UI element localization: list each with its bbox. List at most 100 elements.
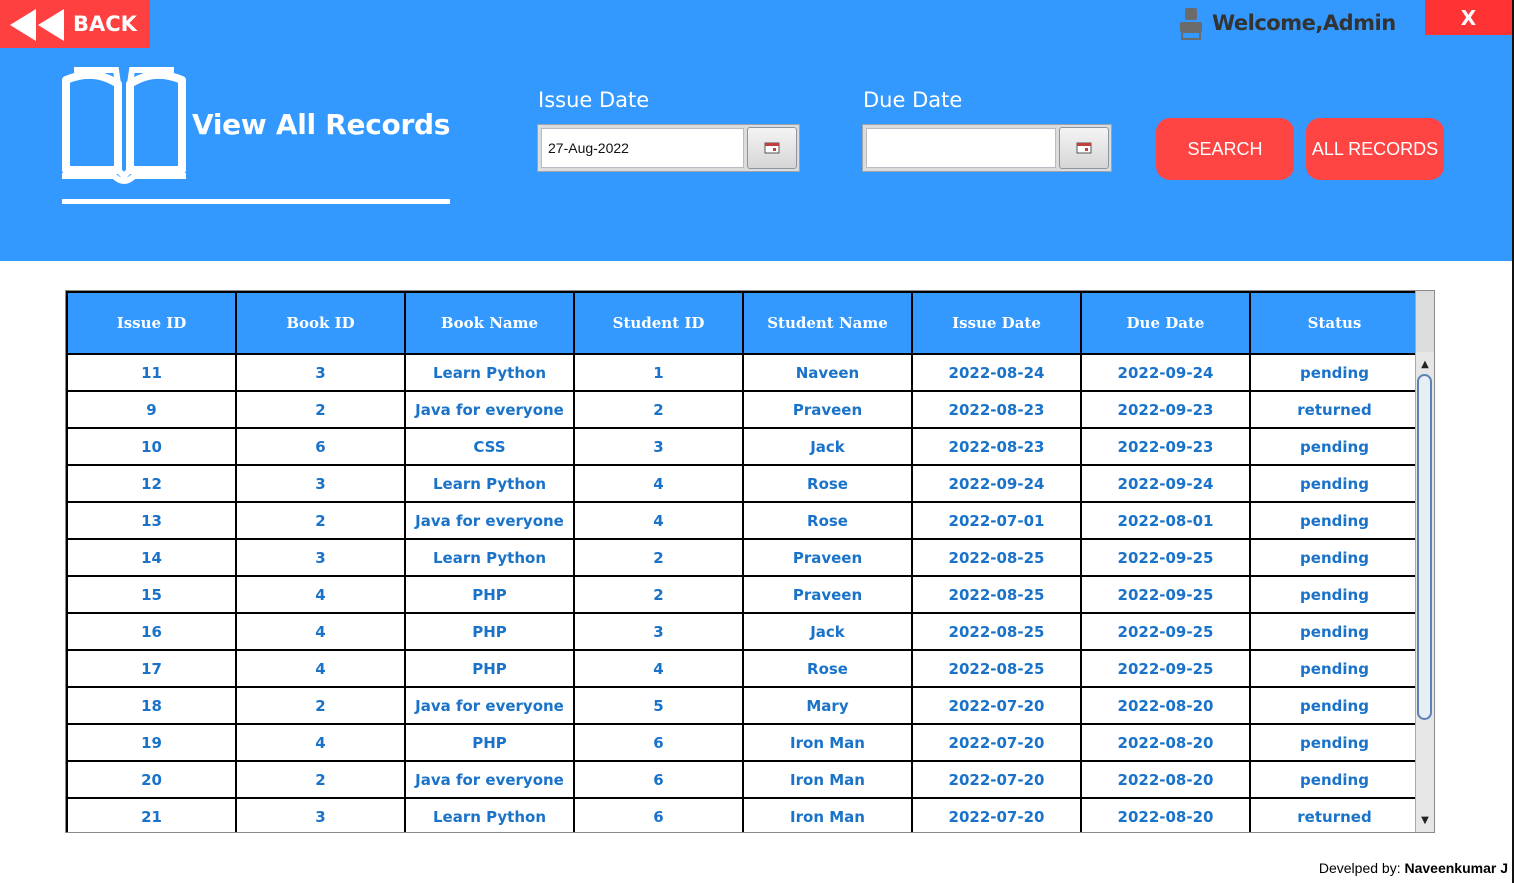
table-row[interactable]: 20 2 Java for everyone 6 Iron Man 2022-07-20 2… bbox=[66, 760, 1420, 799]
table-cell[interactable]: 2022-09-25 bbox=[1080, 612, 1251, 651]
table-cell[interactable]: Learn Python bbox=[404, 797, 575, 832]
column-header[interactable]: Student Name bbox=[742, 291, 913, 355]
table-cell[interactable]: pending bbox=[1249, 575, 1420, 614]
table-cell[interactable]: 2022-08-20 bbox=[1080, 797, 1251, 832]
table-cell[interactable]: 3 bbox=[573, 612, 744, 651]
table-cell[interactable]: pending bbox=[1249, 353, 1420, 392]
table-cell[interactable]: 10 bbox=[66, 427, 237, 466]
table-cell[interactable]: 2022-08-25 bbox=[911, 538, 1082, 577]
table-cell[interactable]: 2022-08-23 bbox=[911, 427, 1082, 466]
table-cell[interactable]: 2022-09-24 bbox=[1080, 353, 1251, 392]
table-cell[interactable]: 3 bbox=[235, 538, 406, 577]
table-cell[interactable]: 13 bbox=[66, 501, 237, 540]
table-cell[interactable]: 6 bbox=[573, 797, 744, 832]
table-cell[interactable]: 2022-07-01 bbox=[911, 501, 1082, 540]
table-cell[interactable]: PHP bbox=[404, 723, 575, 762]
table-row[interactable]: 21 3 Learn Python 6 Iron Man 2022-07-20 2022-0… bbox=[66, 797, 1420, 832]
table-cell[interactable]: PHP bbox=[404, 575, 575, 614]
table-cell[interactable]: 2 bbox=[573, 575, 744, 614]
column-header[interactable]: Due Date bbox=[1080, 291, 1251, 355]
table-cell[interactable]: 4 bbox=[235, 575, 406, 614]
table-cell[interactable]: 2022-08-20 bbox=[1080, 760, 1251, 799]
table-cell[interactable]: PHP bbox=[404, 612, 575, 651]
table-cell[interactable]: 4 bbox=[235, 649, 406, 688]
all-records-button[interactable]: ALL RECORDS bbox=[1306, 118, 1444, 180]
table-cell[interactable]: pending bbox=[1249, 464, 1420, 503]
table-row[interactable]: 17 4 PHP 4 Rose 2022-08-25 2022-09-25 pending bbox=[66, 649, 1420, 688]
table-cell[interactable]: 4 bbox=[573, 501, 744, 540]
table-cell[interactable]: 2022-08-20 bbox=[1080, 723, 1251, 762]
table-cell[interactable]: Iron Man bbox=[742, 797, 913, 832]
table-cell[interactable]: Java for everyone bbox=[404, 501, 575, 540]
table-cell[interactable]: Jack bbox=[742, 612, 913, 651]
table-cell[interactable]: 2022-07-20 bbox=[911, 797, 1082, 832]
table-cell[interactable]: pending bbox=[1249, 723, 1420, 762]
table-row[interactable]: 15 4 PHP 2 Praveen 2022-08-25 2022-09-25 pendin… bbox=[66, 575, 1420, 614]
table-cell[interactable]: Praveen bbox=[742, 538, 913, 577]
table-cell[interactable]: Iron Man bbox=[742, 723, 913, 762]
table-cell[interactable]: 2022-09-25 bbox=[1080, 575, 1251, 614]
table-cell[interactable]: pending bbox=[1249, 686, 1420, 725]
table-row[interactable]: 16 4 PHP 3 Jack 2022-08-25 2022-09-25 pending bbox=[66, 612, 1420, 651]
table-cell[interactable]: 2022-07-20 bbox=[911, 686, 1082, 725]
table-cell[interactable]: 5 bbox=[573, 686, 744, 725]
table-row[interactable]: 18 2 Java for everyone 5 Mary 2022-07-20 2022-… bbox=[66, 686, 1420, 725]
table-cell[interactable]: 2 bbox=[573, 538, 744, 577]
table-cell[interactable]: 6 bbox=[235, 427, 406, 466]
table-cell[interactable]: 2 bbox=[235, 501, 406, 540]
table-cell[interactable]: 6 bbox=[573, 723, 744, 762]
table-cell[interactable]: pending bbox=[1249, 501, 1420, 540]
table-cell[interactable]: 9 bbox=[66, 390, 237, 429]
table-cell[interactable]: Naveen bbox=[742, 353, 913, 392]
column-header[interactable]: Issue ID bbox=[66, 291, 237, 355]
table-cell[interactable]: 15 bbox=[66, 575, 237, 614]
scroll-down-arrow-icon[interactable]: ▼ bbox=[1416, 810, 1434, 830]
table-cell[interactable]: 2022-09-25 bbox=[1080, 538, 1251, 577]
table-row[interactable]: 9 2 Java for everyone 2 Praveen 2022-08-23 202… bbox=[66, 390, 1420, 429]
column-header[interactable]: Book Name bbox=[404, 291, 575, 355]
table-cell[interactable]: 18 bbox=[66, 686, 237, 725]
table-cell[interactable]: 11 bbox=[66, 353, 237, 392]
table-cell[interactable]: 4 bbox=[235, 723, 406, 762]
table-cell[interactable]: Learn Python bbox=[404, 353, 575, 392]
table-cell[interactable]: 19 bbox=[66, 723, 237, 762]
column-header[interactable]: Issue Date bbox=[911, 291, 1082, 355]
table-cell[interactable]: 2 bbox=[235, 390, 406, 429]
table-cell[interactable]: 2022-09-25 bbox=[1080, 649, 1251, 688]
table-cell[interactable]: Mary bbox=[742, 686, 913, 725]
table-cell[interactable]: 2022-09-24 bbox=[911, 464, 1082, 503]
table-cell[interactable]: 2022-08-25 bbox=[911, 612, 1082, 651]
table-cell[interactable]: 2022-08-01 bbox=[1080, 501, 1251, 540]
table-cell[interactable]: Learn Python bbox=[404, 464, 575, 503]
table-cell[interactable]: 2022-09-23 bbox=[1080, 390, 1251, 429]
table-cell[interactable]: Rose bbox=[742, 501, 913, 540]
column-header[interactable]: Book ID bbox=[235, 291, 406, 355]
table-cell[interactable]: 14 bbox=[66, 538, 237, 577]
table-cell[interactable]: pending bbox=[1249, 427, 1420, 466]
table-cell[interactable]: 21 bbox=[66, 797, 237, 832]
table-cell[interactable]: Java for everyone bbox=[404, 390, 575, 429]
table-cell[interactable]: 1 bbox=[573, 353, 744, 392]
table-cell[interactable]: Jack bbox=[742, 427, 913, 466]
scroll-thumb[interactable] bbox=[1417, 374, 1432, 720]
table-cell[interactable]: 2022-07-20 bbox=[911, 723, 1082, 762]
close-button[interactable]: X bbox=[1425, 0, 1512, 35]
table-cell[interactable]: 3 bbox=[235, 353, 406, 392]
table-scrollbar[interactable]: ▲ ▼ bbox=[1415, 352, 1434, 832]
table-row[interactable]: 19 4 PHP 6 Iron Man 2022-07-20 2022-08-20 pendi… bbox=[66, 723, 1420, 762]
table-cell[interactable]: 2022-07-20 bbox=[911, 760, 1082, 799]
table-cell[interactable]: 4 bbox=[573, 649, 744, 688]
table-cell[interactable]: Praveen bbox=[742, 390, 913, 429]
table-cell[interactable]: 2022-08-23 bbox=[911, 390, 1082, 429]
table-cell[interactable]: Java for everyone bbox=[404, 686, 575, 725]
table-cell[interactable]: 2022-08-24 bbox=[911, 353, 1082, 392]
column-header[interactable]: Student ID bbox=[573, 291, 744, 355]
table-cell[interactable]: pending bbox=[1249, 760, 1420, 799]
scroll-up-arrow-icon[interactable]: ▲ bbox=[1416, 354, 1434, 374]
due-date-calendar-button[interactable] bbox=[1059, 127, 1109, 169]
table-cell[interactable]: 2 bbox=[235, 760, 406, 799]
table-cell[interactable]: 3 bbox=[235, 797, 406, 832]
table-cell[interactable]: 2022-09-23 bbox=[1080, 427, 1251, 466]
table-row[interactable]: 10 6 CSS 3 Jack 2022-08-23 2022-09-23 pending bbox=[66, 427, 1420, 466]
table-cell[interactable]: Learn Python bbox=[404, 538, 575, 577]
